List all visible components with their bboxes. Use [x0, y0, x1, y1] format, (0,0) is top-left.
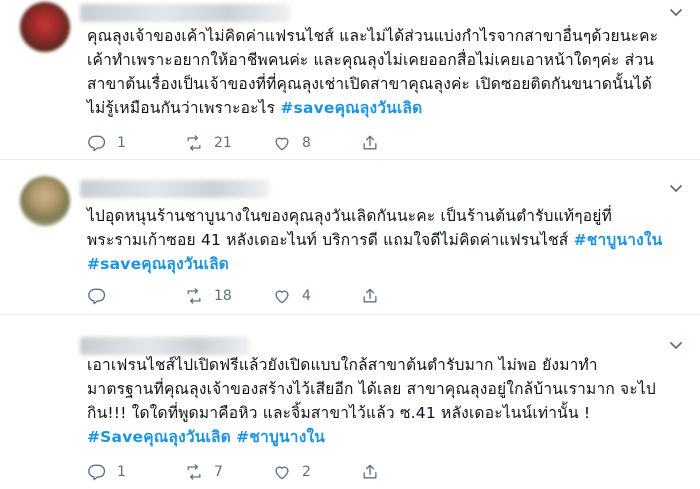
- author-name-blurred[interactable]: [80, 180, 270, 198]
- tweet[interactable]: คุณลุงเจ้าของเค้าไม่คิดค่าแฟรนไชส์ และไม…: [0, 0, 700, 160]
- tweet-actions: 1 7 2: [87, 460, 400, 484]
- tweet-text-line: กิน!!! ใดใดที่พูดมาคือหิว และจิ้มสาขาไว้…: [87, 404, 591, 422]
- reply-icon: [88, 288, 106, 305]
- retweet-count: 7: [214, 464, 223, 480]
- like-icon: [275, 137, 289, 151]
- retweet-button[interactable]: 21: [184, 133, 272, 153]
- like-button[interactable]: 2: [272, 462, 360, 482]
- hashtag-link[interactable]: #saveคุณลุงวันเลิด: [87, 255, 229, 273]
- like-count: 8: [302, 135, 311, 151]
- like-icon: [275, 290, 289, 304]
- tweet-text-line: เค้าทำเพราะอยากให้อาชีพคนค่ะ และคุณลุงไม…: [87, 51, 655, 69]
- tweet[interactable]: เอาเฟรนไชส์ไปเปิดฟรีแล้วยังเปิดแบบใกล้สา…: [0, 315, 700, 489]
- chevron-down-icon[interactable]: [666, 178, 686, 198]
- tweet[interactable]: ไปอุดหนุนร้านชาบูนางในของคุณลุงวันเลิดกั…: [0, 160, 700, 315]
- tweet-text: ไปอุดหนุนร้านชาบูนางในของคุณลุงวันเลิดกั…: [87, 204, 677, 276]
- share-icon: [363, 464, 377, 479]
- like-icon: [275, 466, 289, 480]
- reply-count: 1: [117, 464, 126, 480]
- tweet-actions: 1 21 8: [87, 131, 400, 155]
- retweet-icon: [187, 288, 201, 304]
- chevron-down-icon[interactable]: [666, 335, 686, 355]
- retweet-count: 18: [214, 288, 232, 304]
- share-button[interactable]: [360, 286, 400, 306]
- share-icon: [363, 135, 377, 150]
- avatar[interactable]: [20, 176, 70, 226]
- share-button[interactable]: [360, 133, 400, 153]
- tweet-text: คุณลุงเจ้าของเค้าไม่คิดค่าแฟรนไชส์ และไม…: [87, 24, 677, 120]
- reply-button[interactable]: 1: [87, 133, 184, 153]
- reply-icon: [88, 135, 106, 152]
- tweet-actions: 18 4: [87, 284, 400, 308]
- tweet-text-line: มาตรฐานที่คุณลุงเจ้าของสร้างไว้เสียอีก ไ…: [87, 380, 656, 398]
- tweet-text-line: สาขาต้นเรื่องเป็นเจ้าของที่ที่คุณลุงเช่า…: [87, 75, 653, 93]
- like-count: 4: [302, 288, 311, 304]
- tweet-text-line: คุณลุงเจ้าของเค้าไม่คิดค่าแฟรนไชส์ และไม…: [87, 27, 659, 45]
- retweet-icon: [187, 135, 201, 151]
- reply-icon: [88, 464, 106, 481]
- author-name-blurred[interactable]: [80, 4, 290, 22]
- chevron-down-icon[interactable]: [666, 2, 686, 22]
- retweet-count: 21: [214, 135, 232, 151]
- hashtag-link[interactable]: #ชาบูนางใน: [574, 231, 663, 249]
- avatar[interactable]: [20, 2, 70, 52]
- tweet-text-line: ไม่รู้เหมือนกันว่าเพราะอะไร: [87, 99, 281, 117]
- tweet-text-line: เอาเฟรนไชส์ไปเปิดฟรีแล้วยังเปิดแบบใกล้สา…: [87, 356, 598, 374]
- retweet-button[interactable]: 7: [184, 462, 272, 482]
- hashtag-link[interactable]: #Saveคุณลุงวันเลิด: [87, 428, 231, 446]
- tweet-text-line: ไปอุดหนุนร้านชาบูนางในของคุณลุงวันเลิดกั…: [87, 207, 613, 225]
- reply-button[interactable]: [87, 286, 184, 306]
- retweet-button[interactable]: 18: [184, 286, 272, 306]
- like-button[interactable]: 4: [272, 286, 360, 306]
- retweet-icon: [187, 464, 201, 480]
- share-icon: [363, 288, 377, 303]
- tweet-text-line: พระรามเก้าซอย 41 หลังเดอะไนท์ บริการดี แ…: [87, 231, 574, 249]
- like-count: 2: [302, 464, 311, 480]
- tweet-text: เอาเฟรนไชส์ไปเปิดฟรีแล้วยังเปิดแบบใกล้สา…: [87, 353, 677, 449]
- hashtag-link[interactable]: #saveคุณลุงวันเลิด: [280, 99, 422, 117]
- share-button[interactable]: [360, 462, 400, 482]
- reply-button[interactable]: 1: [87, 462, 184, 482]
- like-button[interactable]: 8: [272, 133, 360, 153]
- reply-count: 1: [117, 135, 126, 151]
- hashtag-link[interactable]: #ชาบูนางใน: [236, 428, 325, 446]
- tweet-feed: คุณลุงเจ้าของเค้าไม่คิดค่าแฟรนไชส์ และไม…: [0, 0, 700, 489]
